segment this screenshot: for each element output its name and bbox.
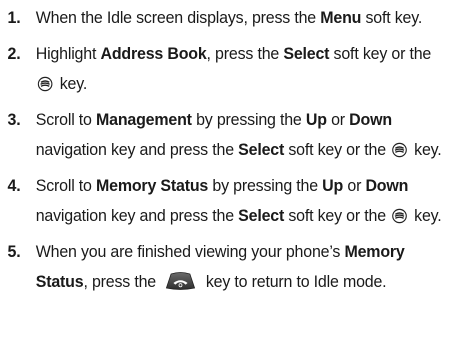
step-5: 5. When you are finished viewing your pho… (0, 237, 457, 297)
step-1: 1. When the Idle screen displays, press t… (0, 3, 457, 33)
step-text: soft key or the (284, 140, 391, 159)
step-text: or (326, 110, 350, 129)
step-text: navigation key and press the (35, 206, 239, 225)
down-key-label: Down (349, 110, 392, 129)
step-text: or (343, 176, 366, 195)
step-number: 4. (7, 176, 21, 195)
ok-key-icon (37, 76, 53, 92)
down-key-label: Down (365, 176, 409, 195)
menu-key-label: Menu (320, 8, 362, 27)
up-key-label: Up (322, 176, 344, 195)
step-number: 2. (7, 44, 21, 63)
memory-status-label: Memory Status (96, 176, 209, 195)
step-text: When you are finished viewing your phone… (35, 242, 345, 261)
select-key-label: Select (238, 140, 285, 159)
step-text: key. (409, 206, 442, 225)
step-text: key. (55, 74, 88, 93)
step-text: soft key or the (329, 44, 432, 63)
step-text: soft key or the (284, 206, 391, 225)
address-book-label: Address Book (100, 44, 207, 63)
step-text: navigation key and press the (35, 140, 239, 159)
step-text: , press the (83, 272, 161, 291)
step-text: , press the (206, 44, 284, 63)
step-number: 1. (7, 8, 21, 27)
step-text: When the Idle screen displays, press the (35, 8, 321, 27)
ok-key-icon (392, 142, 407, 158)
management-label: Management (96, 110, 192, 129)
instruction-steps: 1. When the Idle screen displays, press t… (0, 0, 466, 297)
step-text: key to return to Idle mode. (201, 272, 387, 291)
step-3: 3. Scroll to Management by pressing the U… (0, 105, 457, 165)
ok-key-icon (392, 208, 407, 224)
step-text: key. (409, 140, 442, 159)
select-key-label: Select (283, 44, 330, 63)
step-text: soft key. (361, 8, 423, 27)
step-text: Scroll to (35, 176, 97, 195)
step-text: by pressing the (208, 176, 323, 195)
select-key-label: Select (238, 206, 285, 225)
up-key-label: Up (305, 110, 327, 129)
step-text: Scroll to (35, 110, 97, 129)
end-call-key-icon (164, 271, 198, 291)
step-number: 5. (7, 242, 21, 261)
step-2: 2. Highlight Address Book, press the Sele… (0, 39, 457, 99)
step-text: by pressing the (191, 110, 306, 129)
step-text: Highlight (35, 44, 101, 63)
step-number: 3. (7, 110, 21, 129)
step-4: 4. Scroll to Memory Status by pressing th… (0, 171, 457, 231)
